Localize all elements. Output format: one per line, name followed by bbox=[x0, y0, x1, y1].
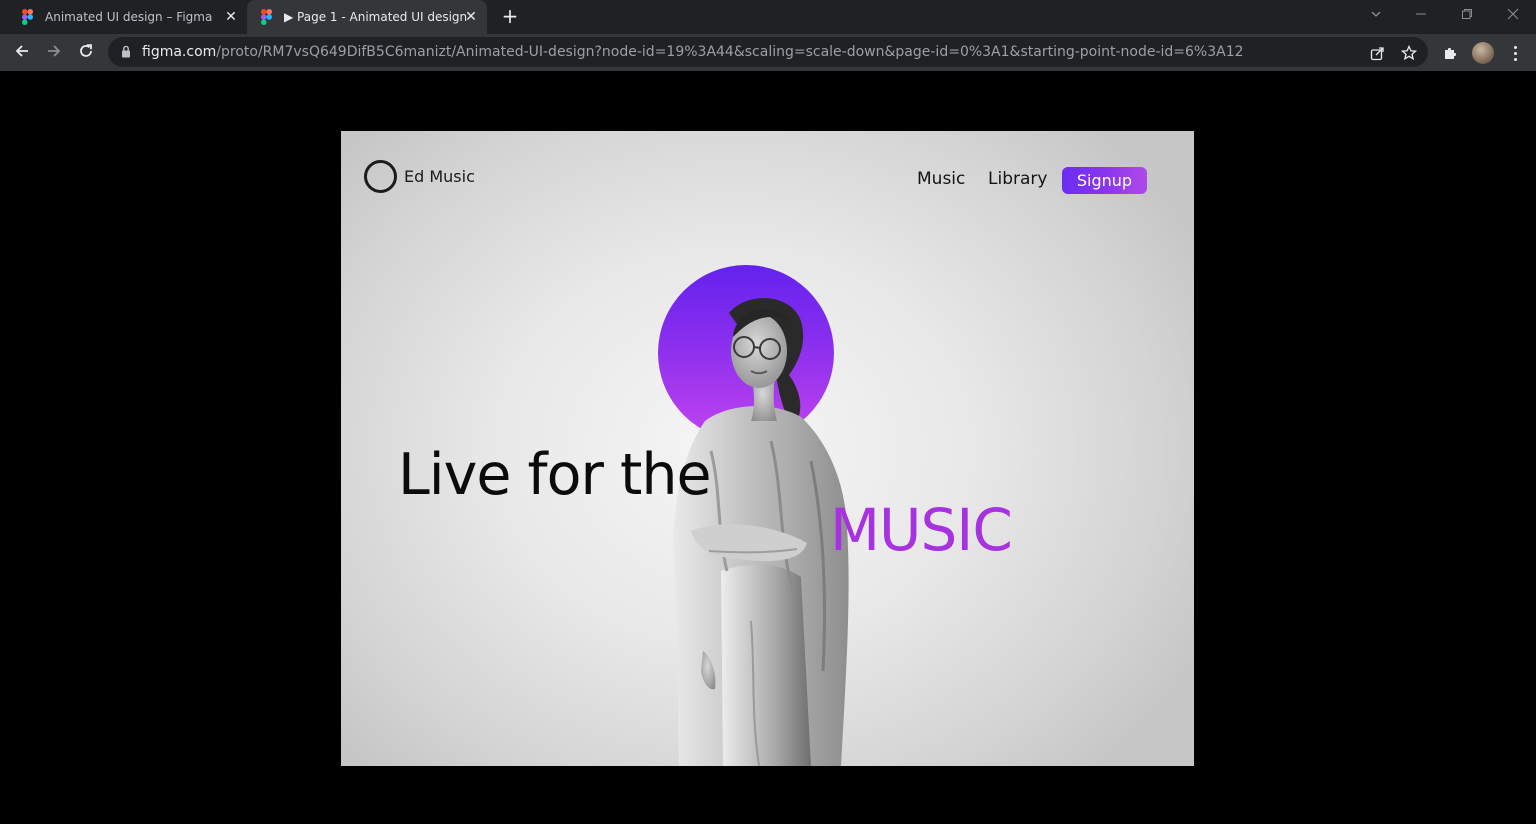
url-path: /proto/RM7vsQ649DifB5C6manizt/Animated-U… bbox=[216, 44, 1244, 60]
lock-icon[interactable] bbox=[121, 45, 133, 59]
address-bar[interactable]: figma.com/proto/RM7vsQ649DifB5C6manizt/A… bbox=[108, 37, 1428, 67]
arrow-left-icon bbox=[14, 43, 30, 63]
arrow-right-icon bbox=[46, 43, 62, 63]
close-icon[interactable]: ✕ bbox=[223, 9, 239, 25]
tab-page-1-animated-ui[interactable]: ▶ Page 1 - Animated UI design ✕ bbox=[247, 0, 487, 34]
restore-icon[interactable] bbox=[1457, 7, 1477, 27]
tab-animated-ui-figma[interactable]: Animated UI design – Figma ✕ bbox=[0, 0, 247, 34]
hero-headline: Live for the bbox=[398, 442, 712, 508]
tab-title: Animated UI design – Figma bbox=[45, 10, 213, 24]
nav-library-link[interactable]: Library bbox=[988, 169, 1047, 189]
brand-logo[interactable]: Ed Music bbox=[364, 160, 475, 193]
reload-icon bbox=[78, 43, 94, 63]
kebab-menu-icon[interactable] bbox=[1508, 42, 1522, 64]
brand-name: Ed Music bbox=[404, 167, 475, 186]
avatar[interactable] bbox=[1472, 42, 1494, 64]
back-button[interactable] bbox=[10, 41, 34, 65]
circle-logo-icon bbox=[364, 160, 397, 193]
share-icon[interactable] bbox=[1368, 44, 1386, 62]
tab-title: ▶ Page 1 - Animated UI design bbox=[284, 10, 468, 24]
browser-toolbar: figma.com/proto/RM7vsQ649DifB5C6manizt/A… bbox=[0, 34, 1536, 71]
star-icon[interactable] bbox=[1400, 44, 1418, 62]
minimize-icon[interactable] bbox=[1411, 7, 1431, 27]
nav-music-link[interactable]: Music bbox=[917, 169, 965, 189]
url-host: figma.com bbox=[142, 44, 217, 60]
tab-search-icon[interactable] bbox=[1366, 7, 1386, 27]
url-text[interactable]: figma.com/proto/RM7vsQ649DifB5C6manizt/A… bbox=[142, 44, 1342, 60]
close-icon[interactable]: ✕ bbox=[463, 9, 479, 25]
figma-icon bbox=[22, 9, 36, 25]
puzzle-icon[interactable] bbox=[1440, 43, 1460, 63]
signup-button[interactable]: Signup bbox=[1062, 167, 1147, 194]
figma-icon bbox=[261, 9, 275, 25]
close-window-icon[interactable] bbox=[1503, 7, 1523, 27]
hero-highlight-word: MUSIC bbox=[830, 496, 1013, 564]
reload-button[interactable] bbox=[74, 41, 98, 65]
new-tab-button[interactable]: + bbox=[499, 6, 521, 28]
forward-button[interactable] bbox=[42, 41, 66, 65]
prototype-frame: Ed Music Music Library Signup Live for t… bbox=[341, 131, 1194, 766]
tab-strip: Animated UI design – Figma ✕ ▶ Page 1 - … bbox=[0, 0, 1536, 34]
